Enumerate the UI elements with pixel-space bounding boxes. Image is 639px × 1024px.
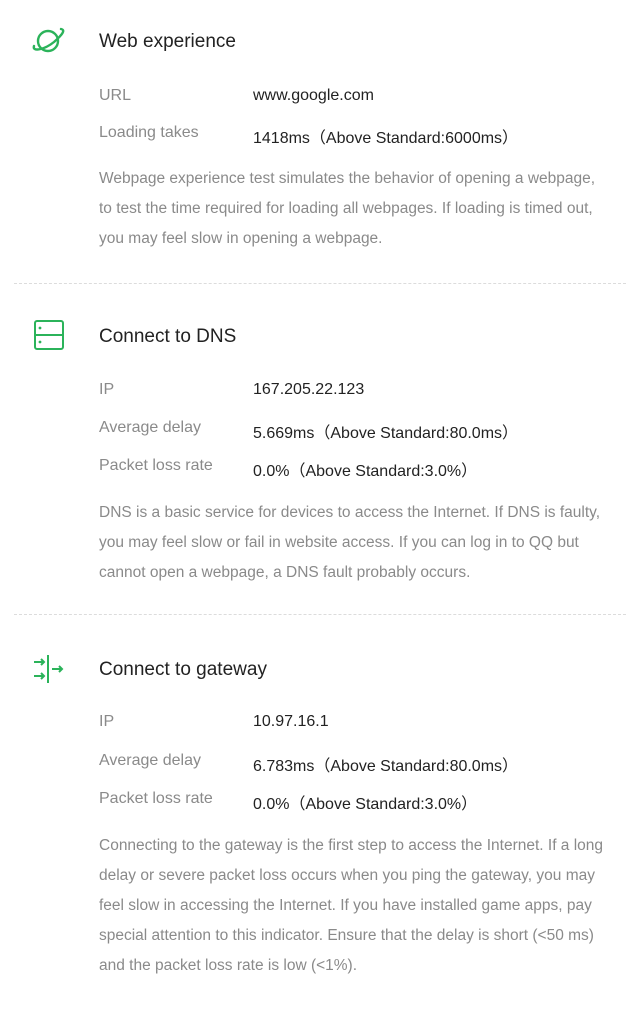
delay-value: 6.783ms（Above Standard:80.0ms） — [253, 758, 519, 775]
ip-value: 10.97.16.1 — [253, 713, 329, 730]
gateway-icon — [30, 652, 66, 688]
section-divider — [14, 614, 626, 615]
loss-value: 0.0%（Above Standard:3.0%） — [253, 796, 478, 813]
loading-value: 1418ms（Above Standard:6000ms） — [253, 130, 519, 147]
dns-description: DNS is a basic service for devices to ac… — [99, 504, 601, 581]
section-divider — [14, 283, 626, 284]
section-title: Web experience — [99, 31, 236, 52]
planet-icon — [30, 22, 66, 58]
delay-value: 5.669ms（Above Standard:80.0ms） — [253, 425, 519, 442]
ip-label: IP — [99, 381, 115, 398]
gateway-description: Connecting to the gateway is the first s… — [99, 837, 604, 974]
web-experience-description: Webpage experience test simulates the be… — [99, 170, 596, 247]
loading-label: Loading takes — [99, 124, 199, 141]
section-title: Connect to gateway — [99, 659, 267, 680]
loss-value: 0.0%（Above Standard:3.0%） — [253, 463, 478, 480]
loss-label: Packet loss rate — [99, 457, 213, 474]
server-icon — [30, 318, 66, 354]
ip-value: 167.205.22.123 — [253, 381, 365, 398]
loss-label: Packet loss rate — [99, 790, 213, 807]
section-title: Connect to DNS — [99, 326, 237, 347]
delay-label: Average delay — [99, 419, 201, 436]
url-label: URL — [99, 87, 132, 104]
ip-label: IP — [99, 713, 115, 730]
delay-label: Average delay — [99, 752, 201, 769]
url-value: www.google.com — [253, 87, 374, 104]
